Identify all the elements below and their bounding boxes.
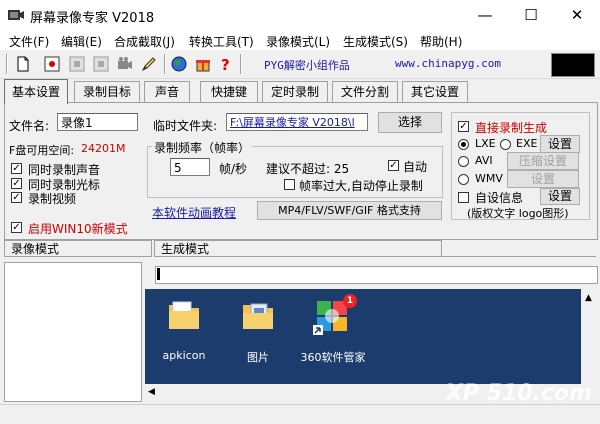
pen-icon[interactable] [140,55,158,73]
filename-input[interactable]: 录像1 [57,113,138,131]
scroll-up-icon[interactable]: ▲ [585,293,592,303]
menu-record-mode[interactable]: 录像模式(L) [266,33,330,50]
help-icon[interactable]: ? [216,55,234,73]
image-folder-icon [243,303,273,329]
menu-compose[interactable]: 合成截取(J) [114,33,175,50]
desktop-icon-label: 360软件管家 [300,351,366,364]
site-watermark: XP 510.com [445,381,592,406]
progress-track[interactable] [155,266,598,284]
wmv-radio[interactable] [458,174,469,185]
progress-indicator [157,268,160,280]
disk-space-label: F盘可用空间: [9,144,75,157]
tab-record-mode[interactable]: 录像模式 [4,240,152,257]
folder-icon [169,301,199,329]
toolbar-separator [164,54,166,74]
desktop-icon-label: 图片 [247,351,269,364]
filename-label: 文件名: [9,119,50,133]
tempdir-label: 临时文件夹: [153,119,218,133]
auto-stop-checkbox[interactable] [284,179,295,190]
record-frequency-title: 录制频率（帧率） [152,139,253,156]
tab-scheduled-record[interactable]: 定时录制 [262,81,328,103]
compress-settings-button[interactable]: 压缩设置 [507,152,579,170]
status-bar [0,404,600,424]
title-bar[interactable]: 屏幕录像专家 V2018 — ☐ ✕ [0,0,600,30]
win10-mode-label: 启用WIN10新模式 [28,222,128,236]
vertical-scrollbar[interactable]: ▲ [581,289,598,384]
camera-icon[interactable] [116,55,134,73]
minimize-button[interactable]: — [462,0,508,30]
select-folder-button[interactable]: 选择 [378,112,442,133]
stop-icon[interactable] [92,55,110,73]
format-support-button[interactable]: MP4/FLV/SWF/GIF 格式支持 [257,201,442,220]
direct-generate-checkbox[interactable]: ✓ [458,121,469,132]
maximize-button[interactable]: ☐ [508,0,554,30]
auto-stop-label: 帧率过大,自动停止录制 [299,179,423,193]
globe-icon[interactable] [170,55,188,73]
custom-info-settings-button[interactable]: 设置 [540,188,580,205]
tab-hotkeys[interactable]: 快捷键 [200,81,258,103]
window-title: 屏幕录像专家 V2018 [30,11,155,26]
avi-label: AVI [475,154,493,167]
new-file-icon[interactable] [14,55,32,73]
menu-help[interactable]: 帮助(H) [420,33,462,50]
tutorial-link[interactable]: 本软件动画教程 [152,204,236,221]
fps-input[interactable]: 5 [170,158,210,176]
tab-generate-mode[interactable]: 生成模式 [154,240,442,257]
tab-record-target[interactable]: 录制目标 [74,81,140,103]
recording-list[interactable] [4,262,142,402]
app-window: 屏幕录像专家 V2018 — ☐ ✕ 文件(F) 编辑(E) 合成截取(J) 转… [0,0,600,424]
cursor-checkbox[interactable]: ✓ [11,178,22,189]
copyright-note: (版权文字 logo图形) [467,207,569,220]
tab-sound[interactable]: 声音 [144,81,190,103]
sound-checkbox[interactable]: ✓ [11,163,22,174]
menu-edit[interactable]: 编辑(E) [61,33,102,50]
fps-suggest-label: 建议不超过: 25 [266,162,350,176]
custom-info-checkbox[interactable] [458,192,469,203]
tab-file-split[interactable]: 文件分割 [332,81,398,103]
tab-other-settings[interactable]: 其它设置 [402,81,468,103]
custom-info-label: 自设信息 [475,191,524,205]
video-checkbox[interactable]: ✓ [11,192,22,203]
wmv-label: WMV [475,172,503,185]
avi-radio[interactable] [458,156,469,167]
direct-generate-label: 直接录制生成 [475,121,548,135]
svg-text:?: ? [221,56,230,73]
lxe-settings-button[interactable]: 设置 [540,135,580,153]
divider [442,256,596,257]
menu-bar: 文件(F) 编辑(E) 合成截取(J) 转换工具(T) 录像模式(L) 生成模式… [0,30,600,50]
auto-fps-label: 自动 [403,160,428,174]
tempdir-input[interactable]: F:\屏幕录像专家 V2018\l [226,113,368,131]
desktop-preview: apkicon 图片 1 360软件管家 [145,289,581,384]
scroll-left-icon[interactable]: ◀ [148,387,155,397]
menu-convert[interactable]: 转换工具(T) [189,33,254,50]
toolbar-separator [6,54,8,74]
pause-icon[interactable] [68,55,86,73]
notification-badge: 1 [343,294,357,308]
toolbar-separator [240,54,242,74]
video-checkbox-label: 录制视频 [28,192,77,206]
win10-mode-checkbox[interactable]: ✓ [11,222,22,233]
lxe-label: LXE [475,137,496,150]
pyg-credit-text: PYG解密小组作品 [264,59,350,72]
website-url[interactable]: www.chinapyg.com [395,57,501,70]
camera-app-icon [8,10,24,20]
exe-label: EXE [516,137,538,150]
lxe-radio[interactable] [458,139,469,150]
record-icon[interactable] [43,55,61,73]
desktop-icon-label: apkicon [162,349,206,362]
fps-unit-label: 帧/秒 [219,162,248,176]
toolbar: ? PYG解密小组作品 www.chinapyg.com [0,51,600,79]
close-button[interactable]: ✕ [554,0,600,30]
menu-generate-mode[interactable]: 生成模式(S) [343,33,408,50]
menu-file[interactable]: 文件(F) [9,33,49,50]
disk-space-value: 24201M [81,142,126,155]
exe-radio[interactable] [500,139,511,150]
preview-box [551,53,595,77]
tab-basic-settings[interactable]: 基本设置 [4,79,68,104]
auto-fps-checkbox[interactable]: ✓ [388,160,399,171]
wmv-settings-button[interactable]: 设置 [507,170,579,188]
gift-icon[interactable] [194,55,212,73]
